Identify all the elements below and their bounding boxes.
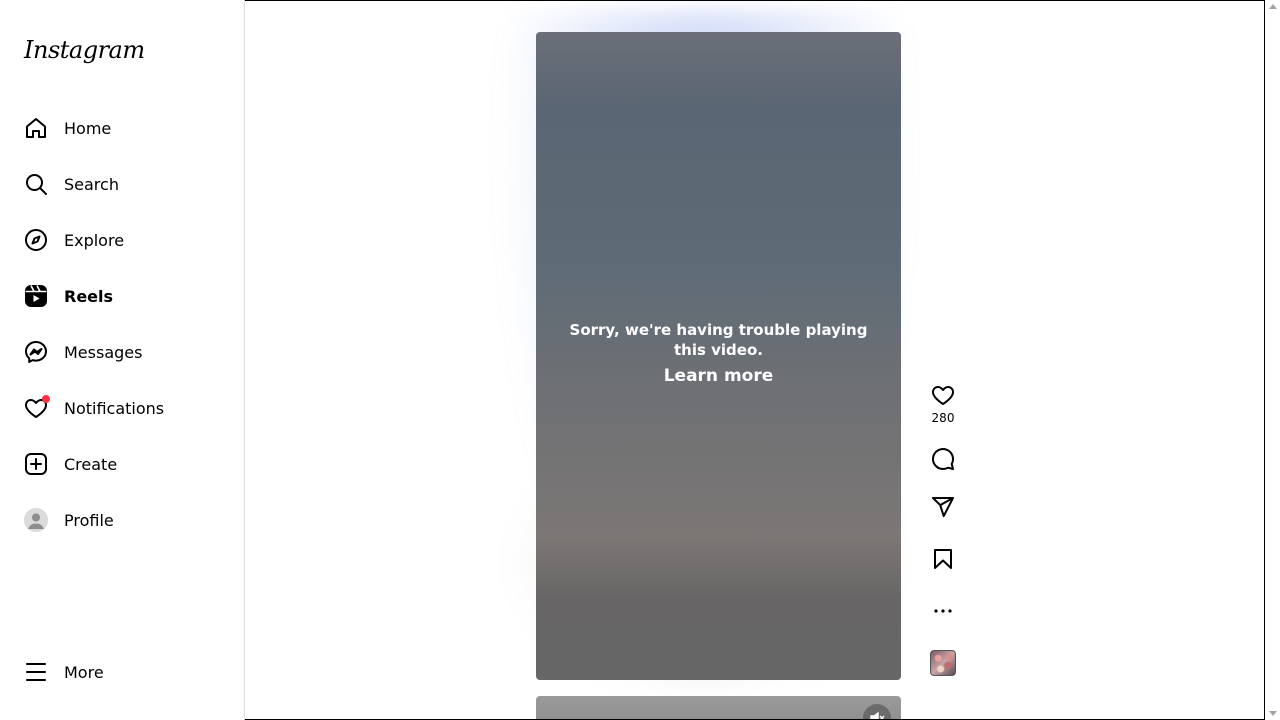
- audio-thumbnail[interactable]: [930, 650, 956, 676]
- search-icon: [24, 172, 48, 196]
- sidebar-item-home[interactable]: Home: [12, 104, 234, 152]
- heart-icon: [932, 386, 954, 405]
- reels-feed: Sorry, we're having trouble playing this…: [245, 0, 1265, 720]
- messenger-icon: [24, 340, 48, 364]
- sidebar: Instagram Home Search Explore Reels Mess…: [0, 0, 245, 720]
- sidebar-item-label: Explore: [64, 230, 125, 250]
- notification-badge: [42, 395, 50, 403]
- sidebar-item-label: More: [64, 662, 104, 682]
- speaker-muted-icon: [870, 711, 885, 719]
- compass-icon: [24, 228, 48, 252]
- sidebar-item-label: Profile: [64, 510, 114, 530]
- sidebar-item-messages[interactable]: Messages: [12, 328, 234, 376]
- comment-icon: [931, 448, 954, 470]
- instagram-logo[interactable]: Instagram: [24, 36, 145, 64]
- plus-square-icon: [24, 452, 48, 476]
- sidebar-item-label: Search: [64, 174, 119, 194]
- reel-video-player[interactable]: Sorry, we're having trouble playing this…: [536, 32, 901, 680]
- next-reel-video-player[interactable]: [536, 696, 901, 719]
- heart-icon: [24, 395, 50, 420]
- send-icon: [932, 497, 954, 518]
- video-error-message: Sorry, we're having trouble playing this…: [536, 320, 901, 386]
- more-options-button[interactable]: [925, 599, 961, 623]
- sidebar-item-profile[interactable]: Profile: [12, 496, 234, 544]
- sidebar-item-create[interactable]: Create: [12, 440, 234, 488]
- avatar: [24, 508, 48, 532]
- like-count: 280: [931, 411, 955, 425]
- sidebar-item-label: Home: [64, 118, 112, 138]
- like-button[interactable]: 280: [925, 383, 961, 425]
- sidebar-item-reels[interactable]: Reels: [12, 272, 234, 320]
- comment-button[interactable]: [925, 447, 961, 471]
- sidebar-item-label: Reels: [64, 286, 114, 306]
- share-button[interactable]: [925, 495, 961, 519]
- learn-more-link[interactable]: Learn more: [664, 366, 774, 386]
- sidebar-item-search[interactable]: Search: [12, 160, 234, 208]
- sidebar-item-explore[interactable]: Explore: [12, 216, 234, 264]
- sidebar-item-label: Create: [64, 454, 118, 474]
- video-error-text: Sorry, we're having trouble playing this…: [569, 321, 868, 359]
- sidebar-item-notifications[interactable]: Notifications: [12, 384, 234, 432]
- hamburger-icon: [24, 660, 48, 684]
- profile-avatar-icon: [24, 508, 48, 532]
- reels-icon: [24, 284, 48, 308]
- sidebar-item-label: Notifications: [64, 398, 165, 418]
- sidebar-item-label: Messages: [64, 342, 143, 362]
- more-dots-icon: [934, 609, 952, 613]
- scroll-up-icon[interactable]: [1269, 4, 1277, 9]
- save-button[interactable]: [925, 547, 961, 571]
- home-icon: [24, 116, 48, 140]
- mute-button[interactable]: [863, 704, 891, 719]
- bookmark-icon: [934, 549, 952, 569]
- scrollbar[interactable]: [1265, 0, 1280, 720]
- scroll-down-icon[interactable]: [1269, 711, 1277, 716]
- sidebar-item-more[interactable]: More: [12, 648, 234, 696]
